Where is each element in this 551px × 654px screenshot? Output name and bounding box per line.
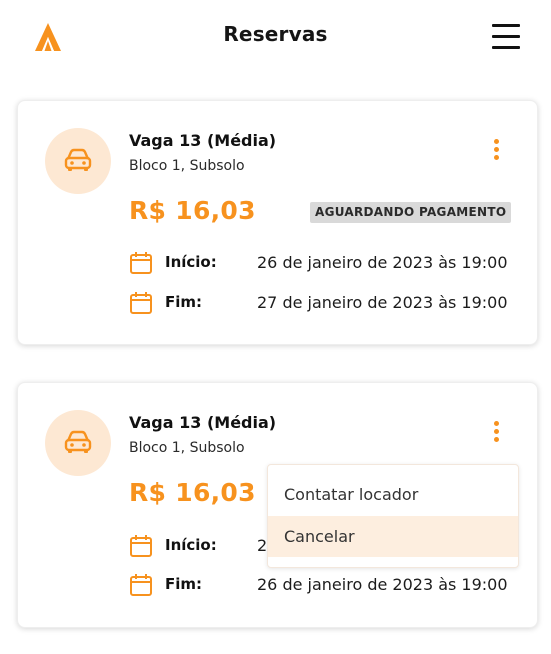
car-icon <box>64 148 92 171</box>
end-label: Fim: <box>165 293 203 311</box>
reservation-card[interactable]: Vaga 13 (Média) Bloco 1, Subsolo R$ 16,0… <box>17 100 538 345</box>
spot-title: Vaga 13 (Média) <box>129 131 277 150</box>
page-title: Reservas <box>223 22 328 46</box>
calendar-icon <box>130 292 152 314</box>
start-value: 2 <box>257 536 268 555</box>
calendar-icon <box>130 252 152 274</box>
price: R$ 16,03 <box>129 478 256 507</box>
car-avatar <box>45 128 111 194</box>
car-icon <box>64 430 92 453</box>
calendar-icon <box>130 574 152 596</box>
spot-location: Bloco 1, Subsolo <box>129 440 245 456</box>
end-value: 26 de janeiro de 2023 às 19:00 <box>257 575 508 594</box>
app-header: Reservas <box>0 0 551 76</box>
spot-title: Vaga 13 (Média) <box>129 413 277 432</box>
start-value: 26 de janeiro de 2023 às 19:00 <box>257 253 508 272</box>
more-options-icon[interactable] <box>484 135 508 165</box>
hamburger-menu-icon[interactable] <box>490 22 522 50</box>
start-label: Início: <box>165 253 217 271</box>
spot-location: Bloco 1, Subsolo <box>129 158 245 174</box>
options-dropdown: Contatar locador Cancelar <box>267 464 519 568</box>
more-options-icon[interactable] <box>484 417 508 447</box>
end-label: Fim: <box>165 575 203 593</box>
status-badge: AGUARDANDO PAGAMENTO <box>310 202 512 223</box>
calendar-icon <box>130 535 152 557</box>
menu-item-cancel[interactable]: Cancelar <box>268 516 518 557</box>
car-avatar <box>45 410 111 476</box>
menu-item-contact-owner[interactable]: Contatar locador <box>268 474 518 515</box>
price: R$ 16,03 <box>129 196 256 225</box>
end-value: 27 de janeiro de 2023 às 19:00 <box>257 293 508 312</box>
start-label: Início: <box>165 536 217 554</box>
